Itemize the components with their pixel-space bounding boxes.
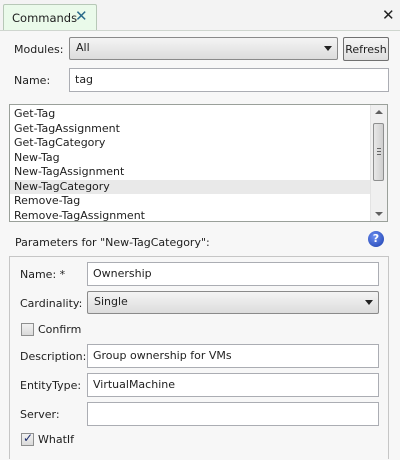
list-item[interactable]: Remove-Tag xyxy=(10,194,370,209)
name-filter-label: Name: xyxy=(14,74,51,87)
panel-close-icon[interactable]: ✕ xyxy=(382,6,395,24)
whatif-label: WhatIf xyxy=(38,433,75,446)
chevron-down-icon xyxy=(365,300,373,305)
param-description-value: Group ownership for VMs xyxy=(93,349,232,362)
list-item[interactable]: Get-TagCategory xyxy=(10,136,370,151)
param-name-value: Ownership xyxy=(93,267,152,280)
list-item[interactable]: New-Tag xyxy=(10,151,370,166)
refresh-button[interactable]: Refresh xyxy=(343,37,389,61)
param-description-input[interactable]: Group ownership for VMs xyxy=(87,344,379,368)
param-entitytype-input[interactable]: VirtualMachine xyxy=(87,373,379,397)
refresh-button-label: Refresh xyxy=(345,43,387,56)
list-item[interactable]: Get-Tag xyxy=(10,107,370,122)
scroll-down-arrow-icon[interactable] xyxy=(375,212,383,216)
grip-line xyxy=(377,154,381,155)
help-icon[interactable]: ? xyxy=(368,231,384,247)
param-cardinality-dropdown[interactable]: Single xyxy=(87,291,379,314)
name-filter-input[interactable]: tag xyxy=(69,68,389,92)
scrollbar-thumb[interactable] xyxy=(373,123,384,181)
param-cardinality-value: Single xyxy=(94,295,128,308)
modules-dropdown-value: All xyxy=(76,41,90,54)
tab-close-icon[interactable]: ✕ xyxy=(75,7,88,25)
modules-label: Modules: xyxy=(14,43,64,56)
param-server-label: Server: xyxy=(20,408,60,421)
checkmark-icon: ✓ xyxy=(23,431,34,445)
whatif-checkbox[interactable]: ✓ xyxy=(21,431,34,446)
commands-list[interactable]: Get-Tag Get-TagAssignment Get-TagCategor… xyxy=(9,104,388,222)
list-scrollbar[interactable] xyxy=(370,105,387,221)
tab-commands[interactable]: Commands ✕ xyxy=(3,4,97,30)
param-entitytype-value: VirtualMachine xyxy=(93,378,175,391)
grip-line xyxy=(377,148,381,149)
list-item-selected[interactable]: New-TagCategory xyxy=(10,179,370,194)
confirm-checkbox[interactable] xyxy=(21,323,34,336)
modules-dropdown[interactable]: All xyxy=(69,37,338,60)
chevron-down-icon xyxy=(324,46,332,51)
param-name-label: Name: * xyxy=(20,268,66,281)
tab-commands-label: Commands xyxy=(12,11,78,25)
param-name-input[interactable]: Ownership xyxy=(87,262,379,286)
name-filter-value: tag xyxy=(75,73,94,86)
confirm-label: Confirm xyxy=(38,323,82,336)
param-cardinality-label: Cardinality: xyxy=(20,297,83,310)
list-item[interactable]: Get-TagAssignment xyxy=(10,122,370,137)
param-description-label: Description: xyxy=(20,350,87,363)
grip-line xyxy=(377,151,381,152)
scroll-up-arrow-icon[interactable] xyxy=(375,110,383,114)
list-item[interactable]: New-TagAssignment xyxy=(10,165,370,180)
parameters-title: Parameters for "New-TagCategory": xyxy=(15,236,210,249)
param-server-input[interactable] xyxy=(87,402,379,426)
list-item[interactable]: Remove-TagAssignment xyxy=(10,209,370,222)
param-entitytype-label: EntityType: xyxy=(20,379,82,392)
